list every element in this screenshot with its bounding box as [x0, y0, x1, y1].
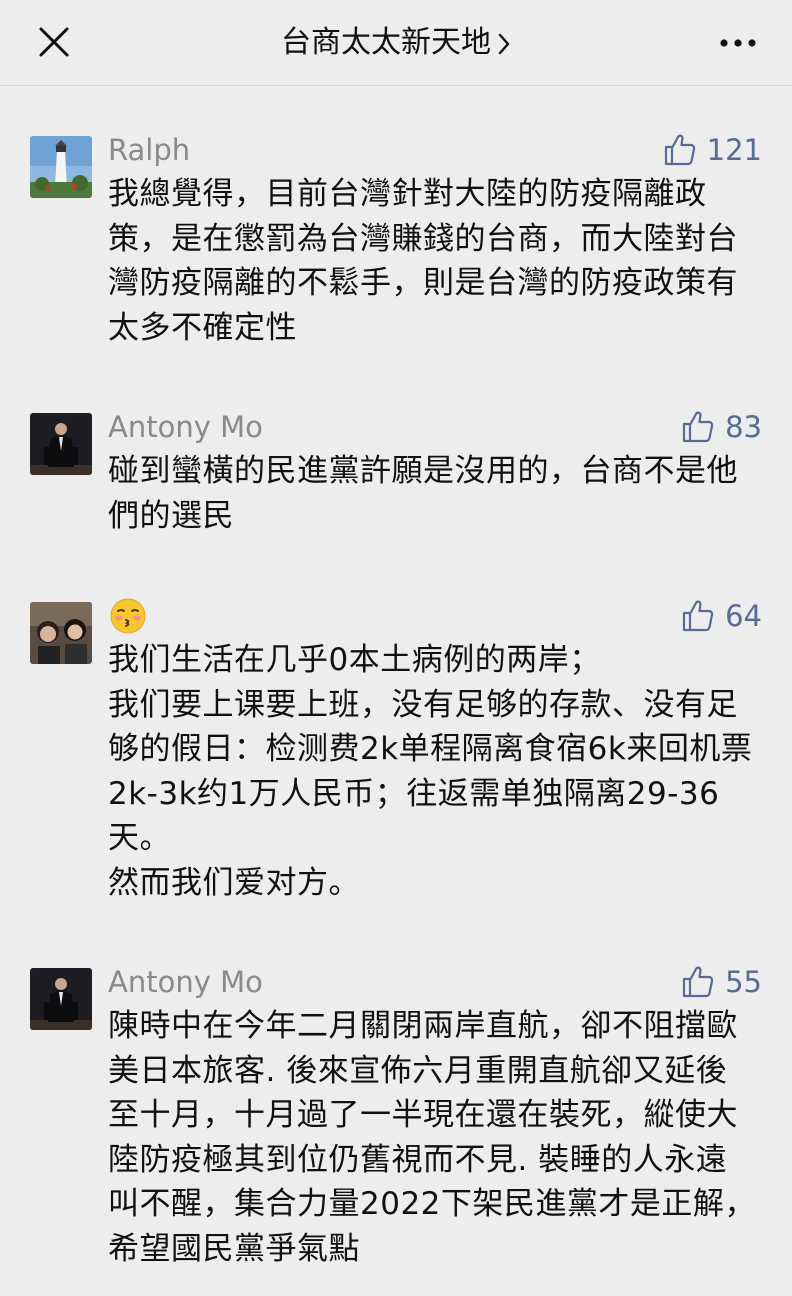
like-count: 64 — [725, 599, 762, 633]
chevron-right-icon — [498, 33, 510, 54]
like-button[interactable]: 55 — [681, 962, 762, 1002]
close-button[interactable] — [34, 22, 74, 62]
lighthouse-avatar-image — [30, 136, 92, 198]
couple-photo-avatar-image — [30, 602, 92, 664]
avatar[interactable] — [30, 968, 92, 1030]
like-button[interactable]: 64 — [681, 596, 762, 636]
comment-text: 陳時中在今年二月關閉兩岸直航，卻不阻擋歐美日本旅客. 後來宣佈六月重開直航卻又延… — [108, 1008, 756, 1267]
thumbs-up-icon — [682, 966, 714, 998]
thumbs-up-icon — [682, 411, 714, 443]
page-title-button[interactable]: 台商太太新天地 — [200, 20, 592, 66]
commenter-name[interactable]: Ralph — [108, 132, 190, 168]
more-button[interactable] — [718, 28, 758, 58]
comment-text: 我们生活在几乎0本土病例的两岸； 我们要上课要上班，没有足够的存款、没有足够的假… — [108, 642, 753, 901]
thumbs-up-icon — [682, 600, 714, 632]
top-bar: 台商太太新天地 — [0, 0, 792, 86]
avatar[interactable] — [30, 413, 92, 475]
like-count: 55 — [725, 965, 762, 999]
page-title: 台商太太新天地 — [281, 25, 491, 60]
avatar[interactable] — [30, 136, 92, 198]
like-button[interactable]: 83 — [681, 407, 762, 447]
person-avatar-image — [30, 413, 92, 475]
more-dots-icon — [720, 39, 756, 47]
thumbs-up-icon — [664, 134, 695, 166]
like-count: 83 — [725, 410, 762, 444]
like-count: 121 — [706, 133, 762, 167]
person-avatar-image — [30, 968, 92, 1030]
comment-text: 我總覺得，目前台灣針對大陸的防疫隔離政策，是在懲罰為台灣賺錢的台商，而大陸對台灣… — [108, 176, 738, 346]
close-icon — [39, 27, 69, 57]
avatar[interactable] — [30, 602, 92, 664]
commenter-name[interactable]: Antony Mo — [108, 964, 263, 1000]
kissing-face-emoji-icon[interactable] — [108, 596, 148, 636]
commenter-name[interactable]: Antony Mo — [108, 409, 263, 445]
like-button[interactable]: 121 — [663, 130, 762, 170]
comment-text: 碰到蠻橫的民進黨許願是沒用的，台商不是他們的選民 — [108, 453, 738, 534]
